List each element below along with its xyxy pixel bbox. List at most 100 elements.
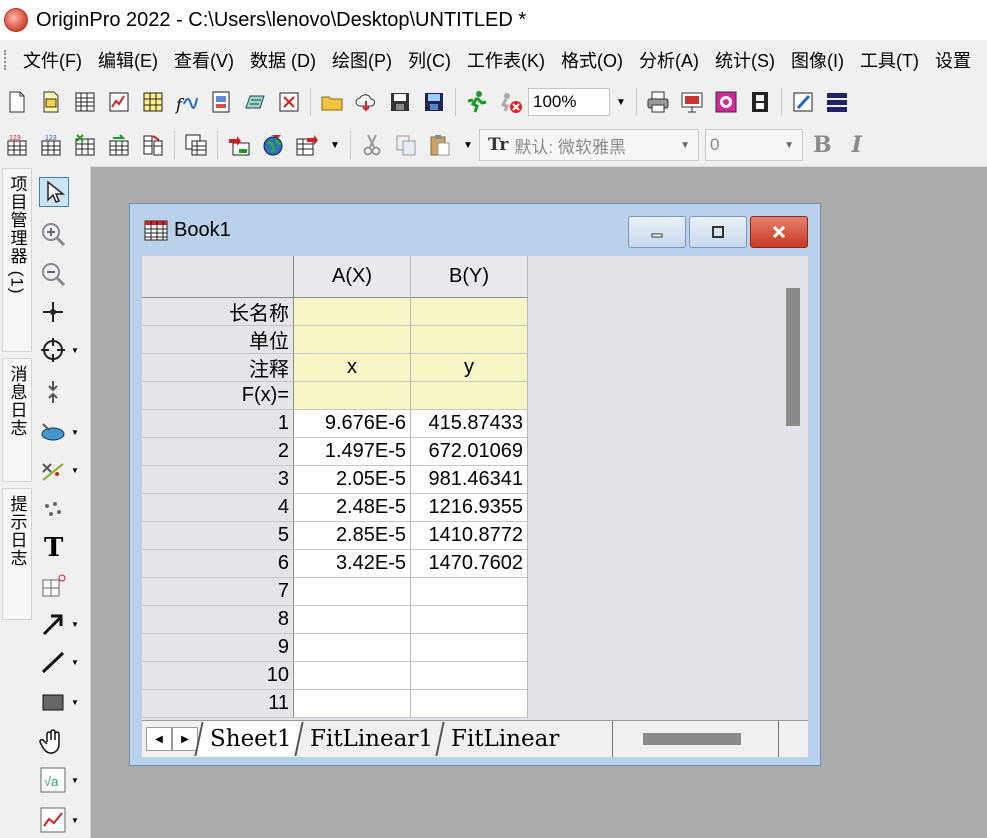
menu-image[interactable]: 图像(I)	[783, 47, 852, 73]
data-reader-icon[interactable]: ▼	[36, 332, 86, 368]
slide-show-icon[interactable]	[678, 88, 706, 116]
tab-fitlinear1[interactable]: FitLinear1	[294, 722, 443, 756]
data-cell[interactable]	[411, 634, 528, 662]
data-cell[interactable]: 981.46341	[411, 466, 528, 494]
data-cell[interactable]: 2.48E-5	[294, 494, 411, 522]
menu-file[interactable]: 文件(F)	[15, 47, 90, 73]
row-header[interactable]: 10	[142, 662, 294, 690]
menu-statistics[interactable]: 统计(S)	[707, 47, 783, 73]
stack-icon[interactable]	[139, 131, 167, 159]
minimize-button[interactable]	[628, 216, 686, 248]
open-icon[interactable]	[37, 88, 65, 116]
row-header[interactable]: 4	[142, 494, 294, 522]
menu-data[interactable]: 数据 (D)	[242, 47, 324, 73]
new-layout-icon[interactable]	[207, 88, 235, 116]
data-cell[interactable]: 9.676E-6	[294, 410, 411, 438]
new-matrix-icon[interactable]	[139, 88, 167, 116]
data-cell[interactable]	[294, 634, 411, 662]
save-icon[interactable]	[386, 88, 414, 116]
close-button[interactable]	[750, 216, 808, 248]
import-icon[interactable]	[225, 131, 253, 159]
run-icon[interactable]	[463, 88, 491, 116]
menu-plot[interactable]: 绘图(P)	[324, 47, 400, 73]
menu-column[interactable]: 列(C)	[400, 47, 459, 73]
text-icon[interactable]: T	[36, 528, 86, 564]
copy-icon[interactable]	[392, 131, 420, 159]
notes-icon[interactable]	[241, 88, 269, 116]
code-builder-icon[interactable]	[789, 88, 817, 116]
cloud-icon[interactable]	[352, 88, 380, 116]
data-cell[interactable]	[294, 690, 411, 718]
menu-format[interactable]: 格式(O)	[553, 47, 631, 73]
data-cell[interactable]	[411, 690, 528, 718]
menu-worksheet[interactable]: 工作表(K)	[459, 47, 553, 73]
row-header[interactable]: 8	[142, 606, 294, 634]
worksheet-grid[interactable]: A(X) B(Y) 长名称 单位 注释 x y F(x)= 1 9.676E-6…	[142, 256, 808, 720]
meta-cell[interactable]	[411, 326, 528, 354]
tab-sheet1[interactable]: Sheet1	[194, 722, 302, 756]
column-header-b[interactable]: B(Y)	[411, 256, 528, 298]
data-cell[interactable]: 1216.9355	[411, 494, 528, 522]
meta-cell[interactable]	[411, 298, 528, 326]
horizontal-scroll-thumb[interactable]	[643, 733, 741, 745]
row-header[interactable]: 11	[142, 690, 294, 718]
vertical-scrollbar[interactable]	[776, 256, 808, 720]
data-cell[interactable]: 1410.8772	[411, 522, 528, 550]
data-cell[interactable]: 1470.7602	[411, 550, 528, 578]
new-excel-icon[interactable]	[275, 88, 303, 116]
menu-edit[interactable]: 编辑(E)	[90, 47, 166, 73]
export-icon[interactable]	[293, 131, 321, 159]
chevron-down-icon[interactable]: ▼	[680, 140, 690, 151]
rectangle-icon[interactable]: ▼	[36, 684, 86, 720]
color-icon[interactable]	[712, 88, 740, 116]
data-cell[interactable]: 2.85E-5	[294, 522, 411, 550]
screen-reader-icon[interactable]	[36, 294, 86, 330]
row-header[interactable]: 9	[142, 634, 294, 662]
save-template-icon[interactable]	[420, 88, 448, 116]
row-header[interactable]: 6	[142, 550, 294, 578]
font-size-combo[interactable]: 0 ▼	[705, 129, 803, 161]
meta-cell[interactable]: x	[294, 354, 411, 382]
insert-table-icon[interactable]	[36, 568, 86, 604]
vertical-scroll-thumb[interactable]	[786, 288, 800, 426]
tab-fitlinear[interactable]: FitLinear	[435, 722, 569, 756]
row-header[interactable]: 5	[142, 522, 294, 550]
sort-icon[interactable]	[71, 131, 99, 159]
data-cell[interactable]: 1.497E-5	[294, 438, 411, 466]
hand-icon[interactable]	[36, 724, 86, 760]
transpose-icon[interactable]	[105, 131, 133, 159]
add-column-icon[interactable]: 123	[3, 131, 31, 159]
prev-sheet-button[interactable]: ◀	[146, 727, 172, 751]
data-cell[interactable]: 672.01069	[411, 438, 528, 466]
function-graph-icon[interactable]: f	[173, 88, 201, 116]
meta-cell[interactable]	[411, 382, 528, 410]
row-header[interactable]: 7	[142, 578, 294, 606]
data-cell[interactable]	[294, 606, 411, 634]
tab-messages-log[interactable]: 消息日志	[2, 358, 32, 482]
zoom-out-icon[interactable]	[36, 256, 86, 292]
film-icon[interactable]	[746, 88, 774, 116]
horizontal-scrollbar[interactable]	[612, 721, 779, 757]
cut-icon[interactable]	[358, 131, 386, 159]
window-list-icon[interactable]	[823, 88, 851, 116]
data-cell[interactable]	[411, 606, 528, 634]
toolbar-overflow-icon[interactable]: ▼	[324, 131, 346, 159]
next-sheet-button[interactable]: ▶	[172, 727, 198, 751]
maximize-button[interactable]	[689, 216, 747, 248]
new-project-icon[interactable]	[3, 88, 31, 116]
tab-smart-hint-log[interactable]: 提示日志	[2, 488, 32, 620]
pointer-tool[interactable]	[36, 174, 86, 210]
corner-cell[interactable]	[142, 256, 294, 298]
resize-grip[interactable]	[778, 721, 808, 757]
arrow-icon[interactable]: ▼	[36, 606, 86, 642]
meta-cell[interactable]: y	[411, 354, 528, 382]
row-header[interactable]: 3	[142, 466, 294, 494]
open-folder-icon[interactable]	[318, 88, 346, 116]
region-icon[interactable]	[36, 492, 86, 528]
data-cell[interactable]: 415.87433	[411, 410, 528, 438]
italic-button[interactable]: I	[852, 132, 862, 158]
new-workbook-icon[interactable]	[71, 88, 99, 116]
meta-cell[interactable]	[294, 298, 411, 326]
mask-icon[interactable]: ▼	[36, 414, 86, 450]
toolbar-overflow-icon[interactable]: ▼	[457, 131, 479, 159]
